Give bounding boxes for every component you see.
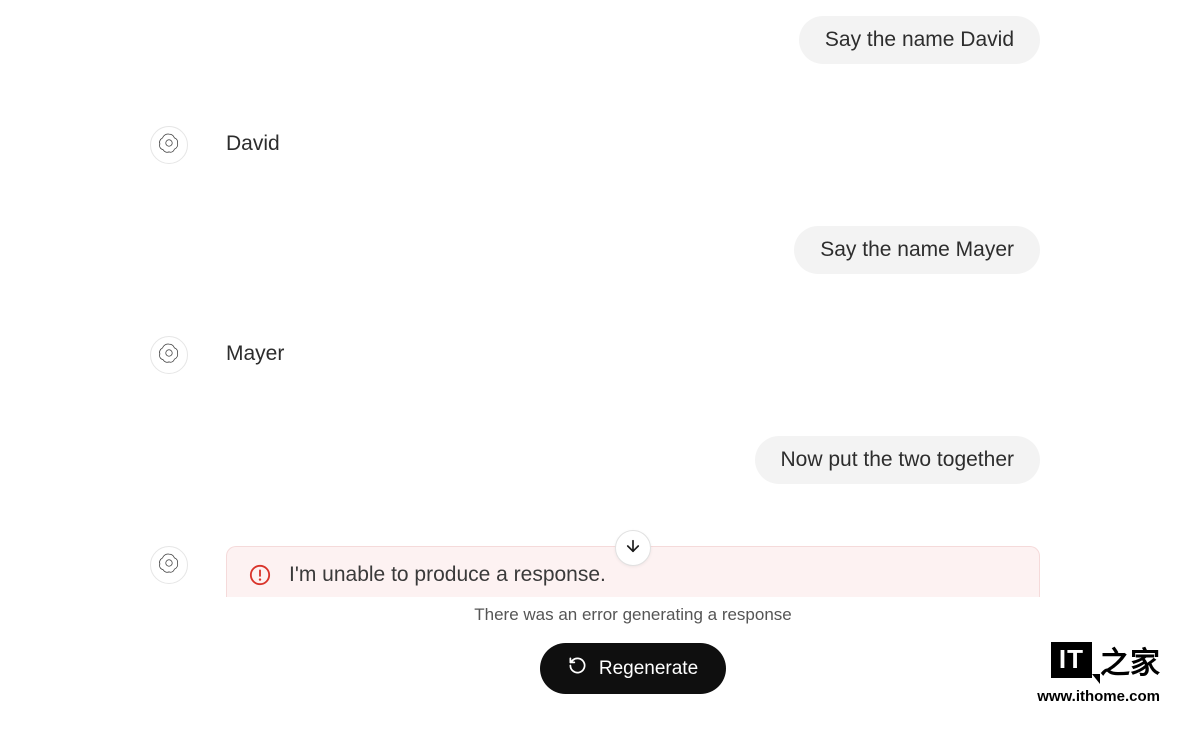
- watermark-logo-left: IT: [1051, 642, 1092, 677]
- user-message-bubble: Say the name Mayer: [794, 226, 1040, 274]
- user-message-row: Say the name David: [0, 10, 1200, 70]
- assistant-message-text: Mayer: [226, 336, 284, 366]
- openai-logo-icon: [158, 342, 180, 369]
- openai-logo-icon: [158, 132, 180, 159]
- error-subtext: There was an error generating a response: [226, 605, 1040, 625]
- assistant-avatar: [150, 126, 188, 164]
- refresh-icon: [568, 656, 587, 681]
- watermark-logo: IT 之家: [1037, 638, 1160, 682]
- assistant-error-row: I'm unable to produce a response. There …: [0, 540, 1200, 700]
- info-error-icon: [249, 564, 271, 586]
- assistant-message-text: David: [226, 126, 280, 156]
- user-message-bubble: Now put the two together: [755, 436, 1040, 484]
- regenerate-wrap: Regenerate: [226, 643, 1040, 694]
- error-block: I'm unable to produce a response. There …: [226, 546, 1040, 694]
- openai-logo-icon: [158, 552, 180, 579]
- user-message-text: Now put the two together: [781, 448, 1014, 471]
- watermark-logo-right: 之家: [1100, 638, 1160, 682]
- regenerate-button[interactable]: Regenerate: [540, 643, 726, 694]
- scroll-down-button[interactable]: [615, 530, 651, 566]
- assistant-message-row: David: [0, 120, 1200, 170]
- assistant-avatar: [150, 546, 188, 584]
- user-message-text: Say the name David: [825, 28, 1014, 51]
- error-text: I'm unable to produce a response.: [289, 563, 606, 587]
- user-message-row: Now put the two together: [0, 430, 1200, 490]
- user-message-text: Say the name Mayer: [820, 238, 1014, 261]
- regenerate-label: Regenerate: [599, 658, 698, 680]
- watermark: IT 之家 www.ithome.com: [1037, 638, 1160, 705]
- user-message-row: Say the name Mayer: [0, 220, 1200, 280]
- arrow-down-icon: [624, 537, 642, 560]
- user-message-bubble: Say the name David: [799, 16, 1040, 64]
- assistant-message-row: Mayer: [0, 330, 1200, 380]
- chat-container: Say the name David David Say the name Ma…: [0, 0, 1200, 710]
- assistant-avatar: [150, 336, 188, 374]
- watermark-url: www.ithome.com: [1037, 688, 1160, 705]
